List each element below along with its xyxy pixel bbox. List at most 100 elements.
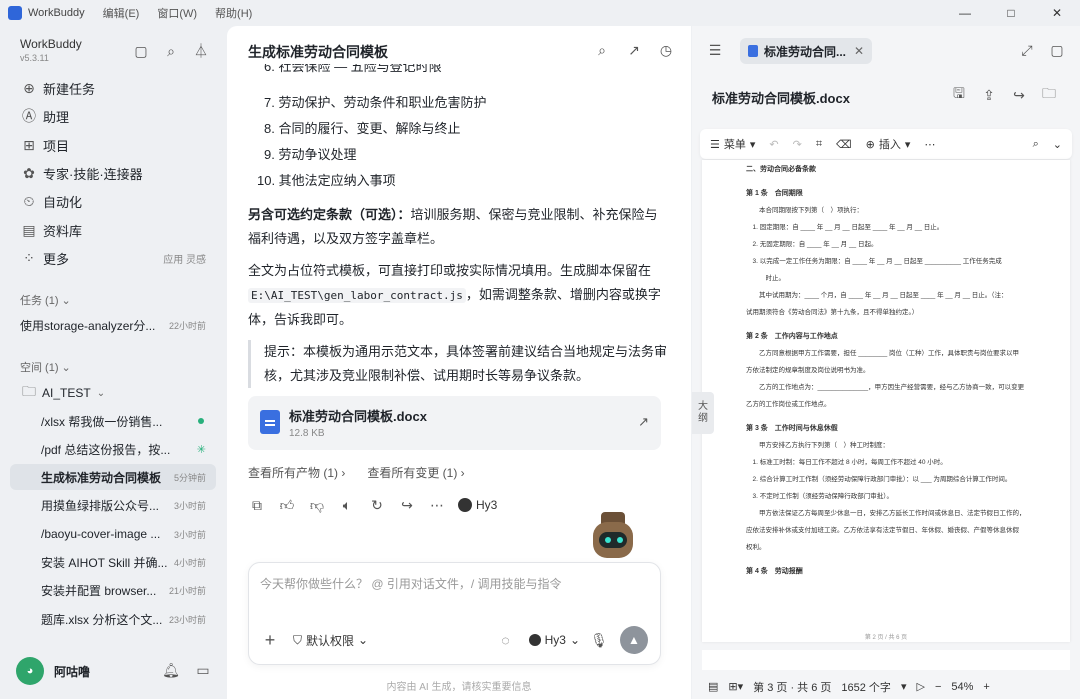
save-icon[interactable]: 🖫 bbox=[950, 85, 968, 104]
nav-automation[interactable]: ⏲ 自动化 bbox=[20, 190, 82, 212]
history-clock-icon[interactable]: ◷ bbox=[657, 41, 675, 59]
doc-heading: 第 1 条 合同期限 bbox=[746, 190, 803, 197]
thumbs-down-icon[interactable]: 👎︎ bbox=[308, 496, 326, 514]
nav-new-task[interactable]: ⊕ 新建任务 bbox=[20, 77, 95, 99]
space-task-item-active[interactable]: 生成标准劳动合同模板 5分钟前 bbox=[10, 464, 216, 490]
doc-tab-title: 标准劳动合同... bbox=[764, 44, 847, 59]
nav-project[interactable]: ⊞ 项目 bbox=[20, 134, 69, 156]
search-icon[interactable]: ⌕ bbox=[162, 42, 180, 60]
search-icon[interactable]: ⌕ bbox=[1033, 138, 1039, 151]
task-title: /pdf 总结这份报告，按... bbox=[41, 442, 171, 457]
copy-icon[interactable]: ⧉ bbox=[248, 496, 266, 514]
share-icon[interactable]: ↪ bbox=[398, 496, 416, 514]
zoom-out-icon[interactable]: − bbox=[935, 681, 941, 693]
doc-line: 2. 综合计算工时工作制（须经劳动保障行政部门审批）：以 ___ 为周期综合计算… bbox=[746, 476, 1012, 483]
folder-icon[interactable]: 🗀 bbox=[1040, 85, 1058, 104]
doc-line: 方依法制定的规章制度及岗位说明书为准。 bbox=[746, 367, 870, 374]
outline-label: 大纲 bbox=[698, 401, 708, 424]
task-title: 题库.xlsx 分析这个文... bbox=[41, 612, 163, 627]
search-icon[interactable]: ⌕ bbox=[593, 41, 611, 59]
minimize-button[interactable]: — bbox=[942, 0, 988, 26]
regenerate-icon[interactable]: ↻ bbox=[368, 496, 386, 514]
model-selector[interactable]: Hy3 ⌄ bbox=[528, 633, 580, 647]
speaker-icon[interactable]: 🔈︎ bbox=[338, 496, 356, 514]
more-icon[interactable]: ⋯ bbox=[428, 496, 446, 514]
add-attachment-icon[interactable]: + bbox=[261, 630, 279, 650]
automation-icon: ⏲ bbox=[23, 192, 35, 209]
permission-selector[interactable]: ⛉ 默认权限 ⌄ bbox=[293, 632, 368, 649]
doc-tab[interactable]: 标准劳动合同... ✕ bbox=[740, 38, 872, 64]
notification-bell-icon[interactable]: 🔔︎ bbox=[162, 661, 180, 679]
insert-dropdown[interactable]: ⊕ 插入 ▾ bbox=[866, 136, 911, 152]
script-path[interactable]: E:\AI_TEST\gen_labor_contract.js bbox=[248, 288, 466, 303]
space-task-item[interactable]: 安装并配置 browser... 21小时前 bbox=[10, 577, 216, 603]
expand-icon[interactable]: ⤢ bbox=[1018, 41, 1036, 59]
space-task-item[interactable]: 用摸鱼绿排版公众号... 3小时前 bbox=[10, 492, 216, 518]
eraser-icon[interactable]: ⌫ bbox=[836, 138, 852, 151]
word-count[interactable]: 1652 个字 bbox=[841, 679, 891, 695]
share-icon[interactable]: ↪ bbox=[1010, 86, 1028, 104]
user-profile[interactable]: ◕ 阿咕噜 bbox=[16, 657, 90, 685]
sidebar-toggle-icon[interactable]: ▢ bbox=[132, 42, 150, 60]
filter-icon[interactable]: ⏃ bbox=[192, 42, 210, 60]
redo-icon[interactable]: ↷ bbox=[793, 138, 802, 151]
optional-clauses-label: 另含可选约定条款（可选）： bbox=[248, 207, 411, 222]
play-icon[interactable]: ▷ bbox=[916, 680, 924, 693]
format-painter-icon[interactable]: ⌗ bbox=[816, 138, 822, 151]
space-task-item[interactable]: /xlsx 帮我做一份销售... bbox=[10, 408, 216, 434]
chevron-down-icon[interactable]: ⌄ bbox=[1053, 138, 1062, 151]
nav-experts[interactable]: ✿ 专家·技能·连接器 bbox=[20, 162, 143, 184]
zoom-level[interactable]: 54% bbox=[951, 681, 973, 693]
more-icon[interactable]: ⋯ bbox=[924, 138, 935, 151]
nav-more[interactable]: ⁘ 更多 应用 灵感 bbox=[20, 247, 206, 269]
nav-library[interactable]: ▤ 资料库 bbox=[20, 219, 82, 241]
nav-label: 助理 bbox=[43, 109, 70, 125]
space-task-item[interactable]: /baoyu-cover-image ... 3小时前 bbox=[10, 521, 216, 547]
thumbs-up-icon[interactable]: 👍︎ bbox=[278, 496, 296, 514]
menu-list-icon[interactable]: ☰ bbox=[706, 41, 724, 59]
panel-toggle-icon[interactable]: ▢ bbox=[1048, 41, 1066, 59]
space-task-item[interactable]: 安装 AIHOT Skill 并确... 4小时前 bbox=[10, 549, 216, 575]
shield-check-icon: ⛉ bbox=[293, 632, 303, 647]
view-artifacts-link[interactable]: 查看所有产物 (1) › bbox=[248, 464, 345, 481]
menu-dropdown[interactable]: ☰ 菜单 ▾ bbox=[710, 136, 755, 152]
page-layout-icon[interactable]: ⊞▾ bbox=[728, 680, 743, 693]
chat-input-box[interactable]: 今天帮你做些什么？ @ 引用对话文件，/ 调用技能与指令 + ⛉ 默认权限 ⌄ … bbox=[248, 562, 661, 665]
maximize-button[interactable]: □ bbox=[988, 0, 1034, 26]
space-task-item[interactable]: /pdf 总结这份报告，按... ✳ bbox=[10, 436, 216, 462]
task-title: 用摸鱼绿排版公众号... bbox=[41, 498, 160, 513]
nav-label: 自动化 bbox=[43, 194, 83, 210]
page-indicator[interactable]: 第 3 页 · 共 6 页 bbox=[753, 679, 831, 695]
insert-label: 插入 bbox=[878, 139, 901, 151]
task-title: /baoyu-cover-image ... bbox=[41, 527, 161, 541]
open-external-icon[interactable]: ↗ bbox=[638, 414, 649, 430]
file-attachment-card[interactable]: 标准劳动合同模板.docx 12.8 KB ↗ bbox=[248, 396, 661, 450]
layout-icon[interactable]: ▤ bbox=[708, 680, 718, 693]
send-button[interactable]: ▲ bbox=[620, 626, 648, 654]
chat-input-placeholder[interactable]: 今天帮你做些什么？ @ 引用对话文件，/ 调用技能与指令 bbox=[260, 575, 562, 592]
device-icon[interactable]: ▭ bbox=[194, 661, 212, 679]
space-task-item[interactable]: 题库.xlsx 分析这个文... 23小时前 bbox=[10, 606, 216, 632]
list-item: 7. 劳动保护、劳动条件和职业危害防护 bbox=[264, 95, 487, 110]
tasks-section-label[interactable]: 任务 (1) ⌄ bbox=[20, 292, 71, 308]
share-icon[interactable]: ↗ bbox=[625, 41, 643, 59]
space-folder[interactable]: 🗀 AI_TEST ⌄ bbox=[20, 382, 105, 404]
chevron-down-icon: ⌄ bbox=[96, 387, 106, 399]
task-item[interactable]: 使用storage-analyzer分... 22小时前 bbox=[10, 312, 216, 338]
zoom-in-icon[interactable]: + bbox=[983, 681, 989, 693]
file-size: 12.8 KB bbox=[289, 428, 325, 439]
spaces-section-label[interactable]: 空间 (1) ⌄ bbox=[20, 359, 71, 375]
menu-window[interactable]: 窗口(W) bbox=[157, 5, 197, 21]
undo-icon[interactable]: ↶ bbox=[769, 138, 778, 151]
upload-icon[interactable]: ⇪ bbox=[980, 86, 998, 104]
outline-toggle[interactable]: 大纲 bbox=[692, 392, 714, 434]
nav-assistant[interactable]: Ⓐ 助理 bbox=[20, 105, 69, 127]
close-icon[interactable]: ✕ bbox=[854, 44, 864, 58]
close-window-button[interactable]: ✕ bbox=[1034, 0, 1080, 26]
task-title: /xlsx 帮我做一份销售... bbox=[41, 414, 163, 429]
microphone-icon[interactable]: 🎙︎ bbox=[590, 631, 608, 649]
nav-label: 项目 bbox=[43, 138, 70, 154]
menu-edit[interactable]: 编辑(E) bbox=[103, 5, 140, 21]
view-changes-link[interactable]: 查看所有变更 (1) › bbox=[367, 464, 464, 481]
menu-help[interactable]: 帮助(H) bbox=[215, 5, 252, 21]
